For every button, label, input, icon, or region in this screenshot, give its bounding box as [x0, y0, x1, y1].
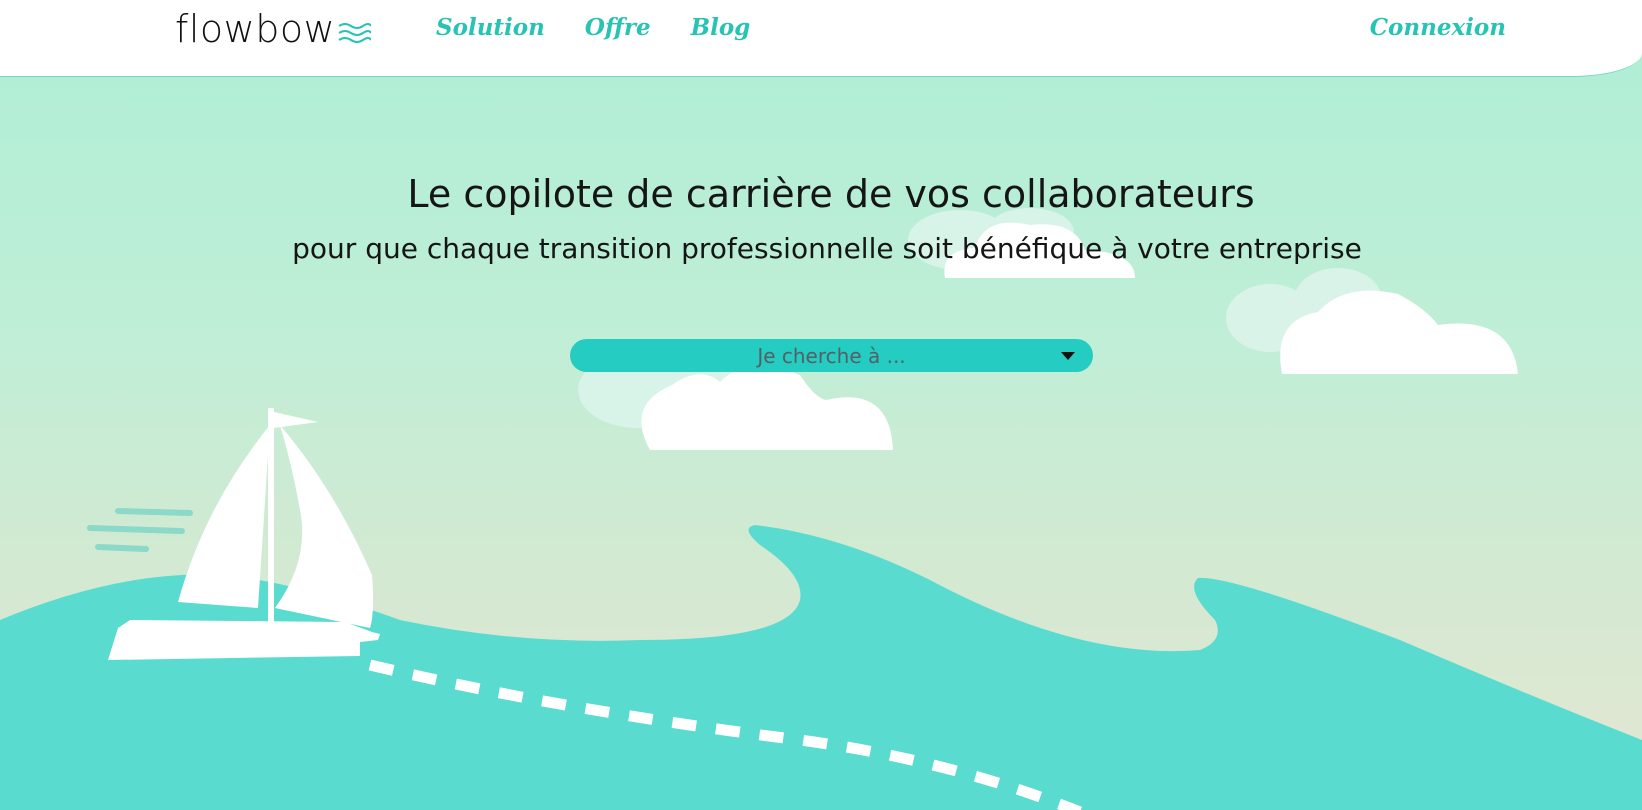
- hero-subtitle: pour que chaque transition professionnel…: [292, 232, 1362, 265]
- hero-section: flowbow Solution Offre Blog Connexion Le…: [0, 0, 1642, 810]
- nav-offre[interactable]: Offre: [585, 14, 651, 41]
- sailboat: [108, 408, 380, 660]
- site-header: flowbow Solution Offre Blog Connexion: [0, 0, 1642, 77]
- hero-illustration: [0, 208, 1642, 810]
- nav-blog[interactable]: Blog: [691, 14, 751, 41]
- logo-text: flowbow: [175, 7, 336, 51]
- waves-icon: [338, 23, 372, 43]
- speed-lines: [87, 508, 193, 552]
- hero-title: Le copilote de carrière de vos collabora…: [407, 172, 1255, 216]
- login-link[interactable]: Connexion: [1370, 14, 1506, 41]
- intent-select[interactable]: Je cherche à ...: [570, 339, 1093, 372]
- logo[interactable]: flowbow: [175, 6, 372, 52]
- nav-solution[interactable]: Solution: [436, 14, 545, 41]
- select-placeholder: Je cherche à ...: [757, 343, 906, 368]
- cloud-right: [1226, 268, 1518, 374]
- main-nav: Solution Offre Blog: [436, 14, 790, 41]
- caret-down-icon: [1061, 352, 1075, 360]
